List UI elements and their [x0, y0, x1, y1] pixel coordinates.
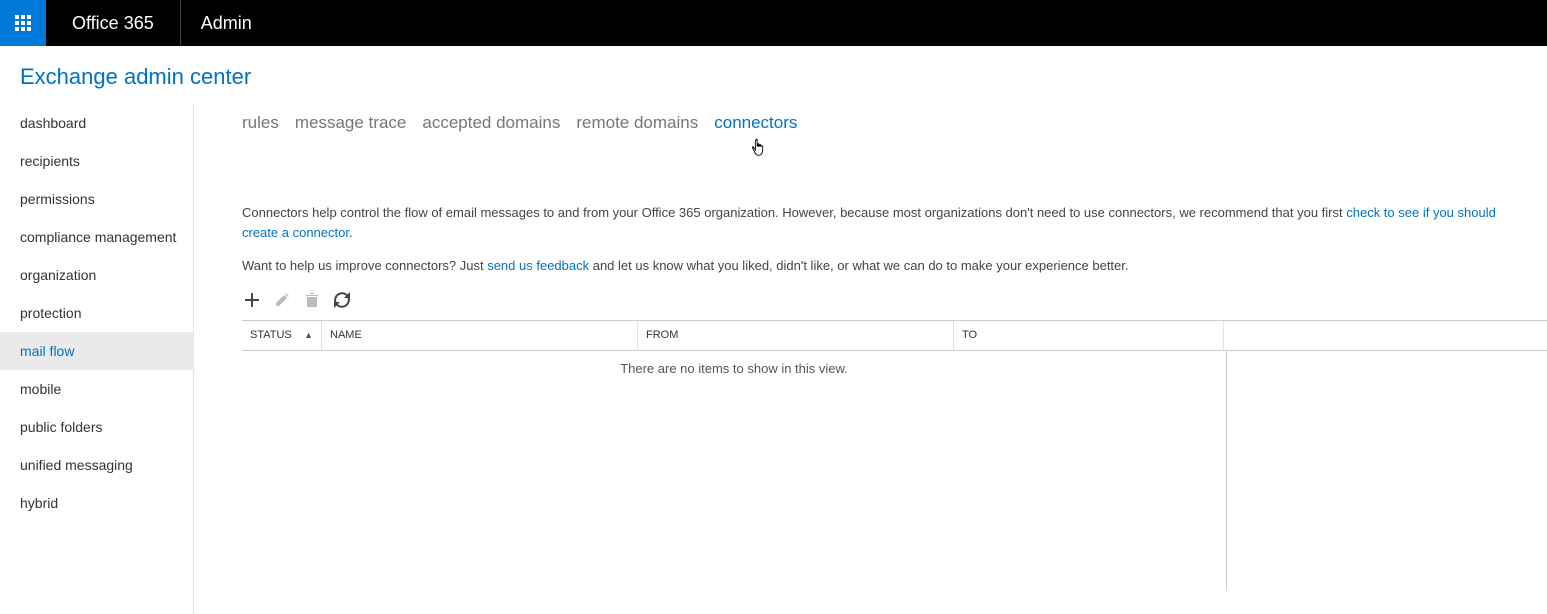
sidebar-item-unified-messaging[interactable]: unified messaging — [0, 446, 193, 484]
sort-ascending-icon: ▲ — [304, 330, 313, 340]
sidebar-item-recipients[interactable]: recipients — [0, 142, 193, 180]
delete-button[interactable] — [302, 290, 322, 310]
table-body: There are no items to show in this view. — [242, 351, 1547, 591]
send-feedback-link[interactable]: send us feedback — [487, 258, 589, 273]
tab-remote-domains[interactable]: remote domains — [576, 113, 698, 133]
info-paragraph-1: Connectors help control the flow of emai… — [242, 203, 1517, 242]
tab-rules[interactable]: rules — [242, 113, 279, 133]
info-text-2a: Want to help us improve connectors? Just — [242, 258, 487, 273]
main-layout: dashboard recipients permissions complia… — [0, 104, 1547, 614]
column-to[interactable]: TO — [954, 321, 1224, 350]
trash-icon — [304, 292, 320, 308]
sidebar-item-mobile[interactable]: mobile — [0, 370, 193, 408]
sidebar-item-hybrid[interactable]: hybrid — [0, 484, 193, 522]
sidebar-item-organization[interactable]: organization — [0, 256, 193, 294]
sidebar-item-compliance[interactable]: compliance management — [0, 218, 193, 256]
pencil-icon — [274, 292, 290, 308]
refresh-button[interactable] — [332, 290, 352, 310]
column-name[interactable]: NAME — [322, 321, 638, 350]
waffle-icon — [15, 15, 31, 31]
connectors-table: STATUS ▲ NAME FROM TO There are no items… — [242, 320, 1547, 591]
table-header: STATUS ▲ NAME FROM TO — [242, 321, 1547, 351]
column-name-label: NAME — [330, 329, 362, 341]
sidebar-item-public-folders[interactable]: public folders — [0, 408, 193, 446]
column-from-label: FROM — [646, 329, 678, 341]
info-paragraph-2: Want to help us improve connectors? Just… — [242, 256, 1517, 276]
info-text-1b: . — [349, 225, 353, 240]
plus-icon — [244, 292, 260, 308]
main-content: rules message trace accepted domains rem… — [194, 104, 1547, 614]
details-pane — [1226, 351, 1547, 591]
info-text: Connectors help control the flow of emai… — [242, 203, 1547, 276]
column-to-label: TO — [962, 329, 977, 341]
edit-button[interactable] — [272, 290, 292, 310]
info-text-1a: Connectors help control the flow of emai… — [242, 205, 1346, 220]
app-launcher-button[interactable] — [0, 0, 46, 46]
column-status-label: STATUS — [250, 329, 292, 341]
sidebar-item-mail-flow[interactable]: mail flow — [0, 332, 193, 370]
tabs: rules message trace accepted domains rem… — [242, 104, 1547, 133]
refresh-icon — [334, 292, 350, 308]
tab-accepted-domains[interactable]: accepted domains — [422, 113, 560, 133]
column-spacer — [1224, 321, 1547, 350]
top-bar: Office 365 Admin — [0, 0, 1547, 46]
sidebar: dashboard recipients permissions complia… — [0, 104, 194, 614]
sidebar-item-permissions[interactable]: permissions — [0, 180, 193, 218]
product-name[interactable]: Office 365 — [46, 0, 181, 46]
add-button[interactable] — [242, 290, 262, 310]
section-name[interactable]: Admin — [181, 13, 272, 34]
column-from[interactable]: FROM — [638, 321, 954, 350]
empty-message: There are no items to show in this view. — [242, 351, 1226, 591]
toolbar — [242, 290, 1547, 310]
tab-message-trace[interactable]: message trace — [295, 113, 407, 133]
info-text-2b: and let us know what you liked, didn't l… — [589, 258, 1128, 273]
sidebar-item-protection[interactable]: protection — [0, 294, 193, 332]
sidebar-item-dashboard[interactable]: dashboard — [0, 104, 193, 142]
page-title: Exchange admin center — [0, 46, 1547, 104]
tab-connectors[interactable]: connectors — [714, 113, 797, 133]
column-status[interactable]: STATUS ▲ — [242, 321, 322, 350]
